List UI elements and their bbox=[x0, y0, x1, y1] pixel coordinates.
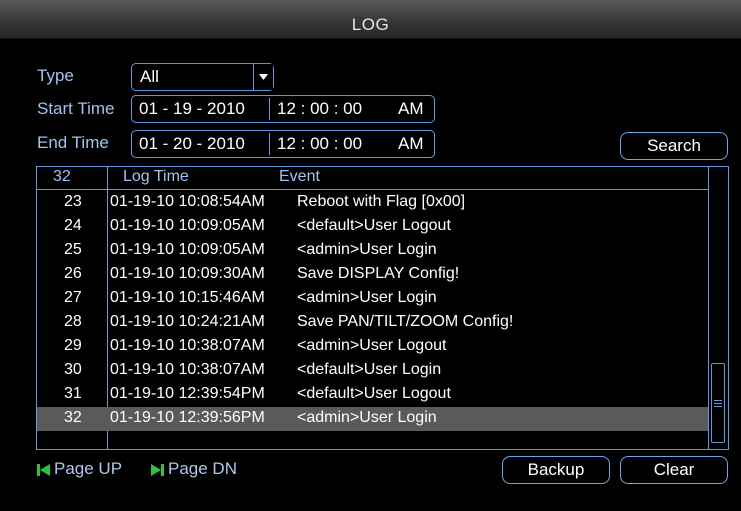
row-event: <default>User Logout bbox=[297, 385, 451, 402]
row-log-time: 01-19-10 10:24:21AM bbox=[110, 313, 265, 330]
page-up-label: Page UP bbox=[54, 459, 123, 478]
row-number: 26 bbox=[64, 265, 82, 282]
scrollbar[interactable] bbox=[708, 167, 728, 449]
row-log-time: 01-19-10 10:09:30AM bbox=[110, 265, 265, 282]
end-time-divider bbox=[269, 133, 270, 155]
window-title: LOG bbox=[351, 15, 390, 34]
type-select-value: All bbox=[140, 67, 159, 86]
page-dn-label: Page DN bbox=[168, 459, 237, 478]
row-event: <admin>User Logout bbox=[297, 337, 447, 354]
page-dn-button[interactable]: Page DN bbox=[151, 459, 237, 479]
end-ampm-value[interactable]: AM bbox=[398, 131, 424, 157]
table-row[interactable]: 26 01-19-10 10:09:30AM Save DISPLAY Config… bbox=[37, 263, 709, 287]
log-count-header: 32 bbox=[53, 168, 71, 185]
backup-button[interactable]: Backup bbox=[502, 456, 610, 484]
table-row[interactable]: 25 01-19-10 10:09:05AM <admin>User Login bbox=[37, 239, 709, 263]
row-log-time: 01-19-10 10:09:05AM bbox=[110, 241, 265, 258]
row-log-time: 01-19-10 12:39:56PM bbox=[110, 409, 265, 426]
table-row[interactable]: 27 01-19-10 10:15:46AM <admin>User Login bbox=[37, 287, 709, 311]
row-log-time: 01-19-10 10:38:07AM bbox=[110, 361, 265, 378]
table-row[interactable]: 23 01-19-10 10:08:54AM Reboot with Flag [0… bbox=[37, 191, 709, 215]
row-event: <admin>User Login bbox=[297, 241, 437, 258]
end-time-label: End Time bbox=[37, 133, 109, 152]
log-window: LOG Type All Start Time 01 - 19 - 2010 1… bbox=[0, 0, 741, 511]
row-event: Reboot with Flag [0x00] bbox=[297, 193, 466, 210]
row-number: 28 bbox=[64, 313, 82, 330]
table-row[interactable]: 28 01-19-10 10:24:21AM Save PAN/TILT/ZOOM … bbox=[37, 311, 709, 335]
row-number: 27 bbox=[64, 289, 82, 306]
grip-line bbox=[714, 400, 722, 401]
search-button[interactable]: Search bbox=[620, 132, 728, 160]
row-event: Save PAN/TILT/ZOOM Config! bbox=[297, 313, 514, 330]
scrollbar-thumb[interactable] bbox=[711, 363, 725, 443]
grip-line bbox=[714, 403, 722, 404]
row-log-time: 01-19-10 10:08:54AM bbox=[110, 193, 265, 210]
end-time-field[interactable]: 01 - 20 - 2010 12 : 00 : 00 AM bbox=[131, 130, 435, 158]
row-number: 31 bbox=[64, 385, 82, 402]
row-event: <default>User Login bbox=[297, 361, 442, 378]
row-log-time: 01-19-10 10:15:46AM bbox=[110, 289, 265, 306]
row-number: 23 bbox=[64, 193, 82, 210]
title-bar: LOG bbox=[0, 0, 741, 39]
table-row[interactable]: 32 01-19-10 12:39:56PM <admin>User Login bbox=[37, 407, 709, 431]
clear-button[interactable]: Clear bbox=[620, 456, 728, 484]
table-row[interactable]: 29 01-19-10 10:38:07AM <admin>User Logout bbox=[37, 335, 709, 359]
skip-back-icon bbox=[37, 464, 50, 476]
start-clock-value[interactable]: 12 : 00 : 00 bbox=[277, 96, 362, 122]
row-event: <admin>User Login bbox=[297, 409, 437, 426]
row-event: <admin>User Login bbox=[297, 289, 437, 306]
row-event: Save DISPLAY Config! bbox=[297, 265, 460, 282]
row-number: 29 bbox=[64, 337, 82, 354]
row-number: 30 bbox=[64, 361, 82, 378]
log-table: 32 Log Time Event 23 01-19-10 10:08:54AM R… bbox=[36, 166, 729, 450]
start-time-divider bbox=[269, 98, 270, 120]
row-log-time: 01-19-10 10:09:05AM bbox=[110, 217, 265, 234]
start-date-value[interactable]: 01 - 19 - 2010 bbox=[139, 96, 245, 122]
table-row[interactable]: 24 01-19-10 10:09:05AM <default>User Logou… bbox=[37, 215, 709, 239]
table-row[interactable]: 31 01-19-10 12:39:54PM <default>User Logou… bbox=[37, 383, 709, 407]
row-number: 25 bbox=[64, 241, 82, 258]
row-log-time: 01-19-10 12:39:54PM bbox=[110, 385, 265, 402]
chevron-down-icon[interactable] bbox=[253, 64, 273, 90]
table-header: 32 Log Time Event bbox=[37, 167, 709, 190]
log-time-header: Log Time bbox=[123, 168, 189, 185]
event-header: Event bbox=[279, 168, 320, 185]
skip-forward-icon bbox=[151, 464, 164, 476]
end-date-value[interactable]: 01 - 20 - 2010 bbox=[139, 131, 245, 157]
row-event: <default>User Logout bbox=[297, 217, 451, 234]
end-clock-value[interactable]: 12 : 00 : 00 bbox=[277, 131, 362, 157]
page-up-button[interactable]: Page UP bbox=[37, 459, 122, 479]
table-row[interactable]: 30 01-19-10 10:38:07AM <default>User Login bbox=[37, 359, 709, 383]
row-log-time: 01-19-10 10:38:07AM bbox=[110, 337, 265, 354]
start-time-field[interactable]: 01 - 19 - 2010 12 : 00 : 00 AM bbox=[131, 95, 435, 123]
row-number: 32 bbox=[64, 409, 82, 426]
start-ampm-value[interactable]: AM bbox=[398, 96, 424, 122]
type-select[interactable]: All bbox=[131, 63, 274, 91]
start-time-label: Start Time bbox=[37, 99, 115, 118]
grip-line bbox=[714, 406, 722, 407]
row-number: 24 bbox=[64, 217, 82, 234]
type-label: Type bbox=[37, 66, 74, 85]
